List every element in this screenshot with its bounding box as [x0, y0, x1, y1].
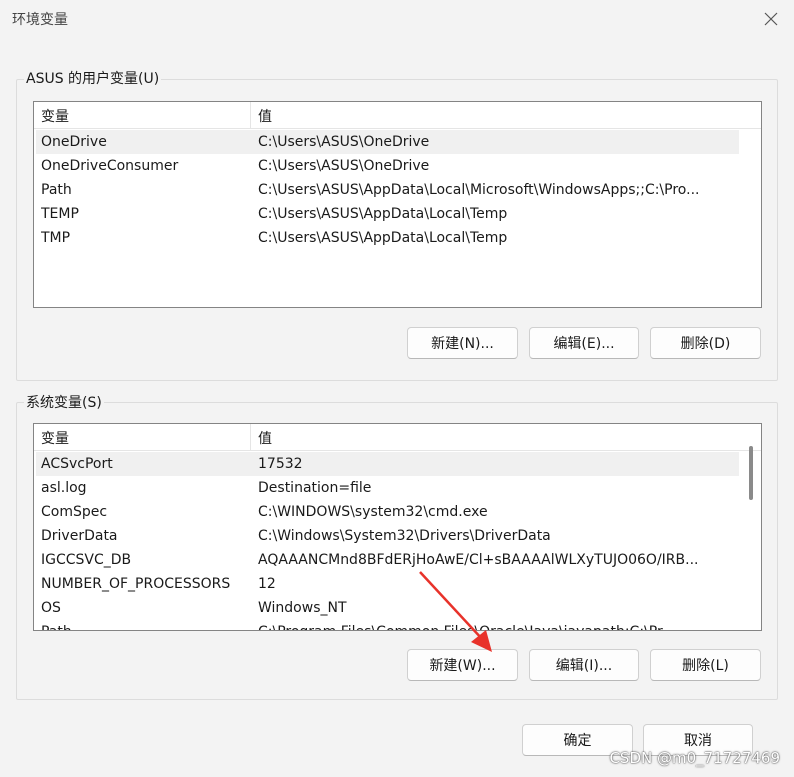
- table-row[interactable]: OneDriveConsumer C:\Users\ASUS\OneDrive: [36, 154, 739, 178]
- variable-value: Destination=file: [258, 480, 372, 496]
- system-edit-button[interactable]: 编辑(I)...: [529, 649, 639, 681]
- system-delete-button[interactable]: 删除(L): [650, 649, 761, 681]
- table-row[interactable]: DriverData C:\Windows\System32\Drivers\D…: [36, 524, 739, 548]
- variable-value: C:\Users\ASUS\OneDrive: [258, 134, 430, 150]
- table-row[interactable]: Path C:\Users\ASUS\AppData\Local\Microso…: [36, 178, 739, 202]
- variable-value: C:\WINDOWS\system32\cmd.exe: [258, 504, 488, 520]
- table-row[interactable]: TEMP C:\Users\ASUS\AppData\Local\Temp: [36, 202, 739, 226]
- system-new-button[interactable]: 新建(W)...: [407, 649, 518, 681]
- variable-name: IGCCSVC_DB: [41, 552, 132, 568]
- user-new-button[interactable]: 新建(N)...: [407, 327, 518, 359]
- variable-name: NUMBER_OF_PROCESSORS: [41, 576, 231, 592]
- variable-value: C:\Users\ASUS\AppData\Local\Temp: [258, 206, 508, 222]
- variable-value: C:\Windows\System32\Drivers\DriverData: [258, 528, 551, 544]
- list-header: 变量 值: [34, 102, 761, 129]
- user-variables-label: ASUS 的用户变量(U): [24, 68, 162, 88]
- column-divider[interactable]: [250, 102, 251, 128]
- variable-name: ComSpec: [41, 504, 108, 520]
- table-row[interactable]: OneDrive C:\Users\ASUS\OneDrive: [36, 130, 739, 154]
- system-variables-label: 系统变量(S): [24, 392, 104, 412]
- table-row[interactable]: NUMBER_OF_PROCESSORS 12: [36, 572, 739, 596]
- variable-value: C:\Users\ASUS\AppData\Local\Microsoft\Wi…: [258, 182, 700, 198]
- column-header-value[interactable]: 值: [258, 428, 272, 448]
- table-row[interactable]: asl.log Destination=file: [36, 476, 739, 500]
- variable-value: 12: [258, 576, 276, 592]
- variable-name: DriverData: [41, 528, 118, 544]
- variable-name: ACSvcPort: [41, 456, 113, 472]
- user-delete-button[interactable]: 删除(D): [650, 327, 761, 359]
- variable-name: TMP: [41, 230, 71, 246]
- table-row[interactable]: OS Windows_NT: [36, 596, 739, 620]
- variable-name: Path: [41, 182, 72, 198]
- variable-value: AQAAANCMnd8BFdERjHoAwE/Cl+sBAAAAlWLXyTUJ…: [258, 552, 699, 568]
- column-header-variable[interactable]: 变量: [41, 106, 69, 126]
- close-icon: [764, 12, 778, 26]
- title-bar: 环境变量: [0, 0, 794, 38]
- variable-value: 17532: [258, 456, 303, 472]
- column-header-value[interactable]: 值: [258, 106, 272, 126]
- variable-name: OneDriveConsumer: [41, 158, 179, 174]
- watermark: CSDN @m0_71727469: [609, 749, 780, 767]
- scrollbar-thumb[interactable]: [749, 446, 753, 500]
- user-variables-list[interactable]: 变量 值 OneDrive C:\Users\ASUS\OneDrive One…: [33, 101, 762, 308]
- variable-value: C:\Program Files\Common Files\Oracle\Jav…: [258, 620, 736, 630]
- column-divider[interactable]: [250, 424, 251, 450]
- column-header-variable[interactable]: 变量: [41, 428, 69, 448]
- list-header: 变量 值: [34, 424, 761, 451]
- user-edit-button[interactable]: 编辑(E)...: [529, 327, 639, 359]
- table-row[interactable]: ACSvcPort 17532: [36, 452, 739, 476]
- table-row[interactable]: IGCCSVC_DB AQAAANCMnd8BFdERjHoAwE/Cl+sBA…: [36, 548, 739, 572]
- system-variables-list[interactable]: 变量 值 ACSvcPort 17532 asl.log Destination…: [33, 423, 762, 631]
- variable-name: OneDrive: [41, 134, 107, 150]
- variable-name: Path: [41, 620, 246, 630]
- close-button[interactable]: [758, 6, 784, 32]
- variable-name: asl.log: [41, 480, 87, 496]
- variable-value: Windows_NT: [258, 600, 347, 616]
- variable-value: C:\Users\ASUS\OneDrive: [258, 158, 430, 174]
- table-row[interactable]: Path C:\Program Files\Common Files\Oracl…: [36, 620, 739, 630]
- variable-name: TEMP: [41, 206, 79, 222]
- table-row[interactable]: ComSpec C:\WINDOWS\system32\cmd.exe: [36, 500, 739, 524]
- variable-name: OS: [41, 600, 61, 616]
- window-title: 环境变量: [12, 12, 68, 28]
- variable-value: C:\Users\ASUS\AppData\Local\Temp: [258, 230, 508, 246]
- table-row[interactable]: TMP C:\Users\ASUS\AppData\Local\Temp: [36, 226, 739, 250]
